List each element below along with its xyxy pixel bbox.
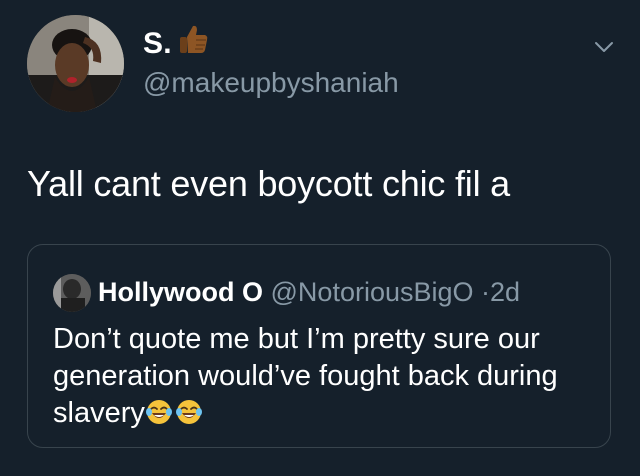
- quoted-tweet[interactable]: Hollywood O @NotoriousBigO ·2d Don’t quo…: [27, 244, 611, 448]
- quoted-author-avatar: [53, 274, 91, 312]
- quoted-author-name[interactable]: Hollywood O: [98, 277, 263, 307]
- author-handle[interactable]: @makeupbyshaniah: [143, 66, 399, 100]
- quoted-text: Don’t quote me but I’m pretty sure our g…: [53, 321, 593, 432]
- author-display-name[interactable]: S.: [143, 27, 172, 61]
- quoted-header: Hollywood O @NotoriousBigO ·2d: [98, 275, 520, 309]
- tweet-text: Yall cant even boycott chic fil a: [27, 163, 510, 204]
- author-header: S. @makeupbyshaniah: [143, 25, 399, 100]
- tears-of-joy-emoji-icon: [145, 398, 173, 426]
- display-name-row: S.: [143, 25, 399, 61]
- chevron-down-icon[interactable]: [594, 40, 614, 54]
- tweet: S. @makeupbyshaniah Yall cant even boyco…: [0, 0, 640, 476]
- quoted-separator: ·: [481, 277, 491, 307]
- quoted-text-body: Don’t quote me but I’m pretty sure our g…: [53, 323, 558, 429]
- quoted-author-handle[interactable]: @NotoriousBigO: [271, 277, 474, 307]
- thumbs-up-icon: [176, 22, 210, 61]
- author-avatar[interactable]: [27, 15, 124, 112]
- quoted-timestamp[interactable]: 2d: [490, 277, 520, 307]
- tears-of-joy-emoji-icon: [175, 398, 203, 426]
